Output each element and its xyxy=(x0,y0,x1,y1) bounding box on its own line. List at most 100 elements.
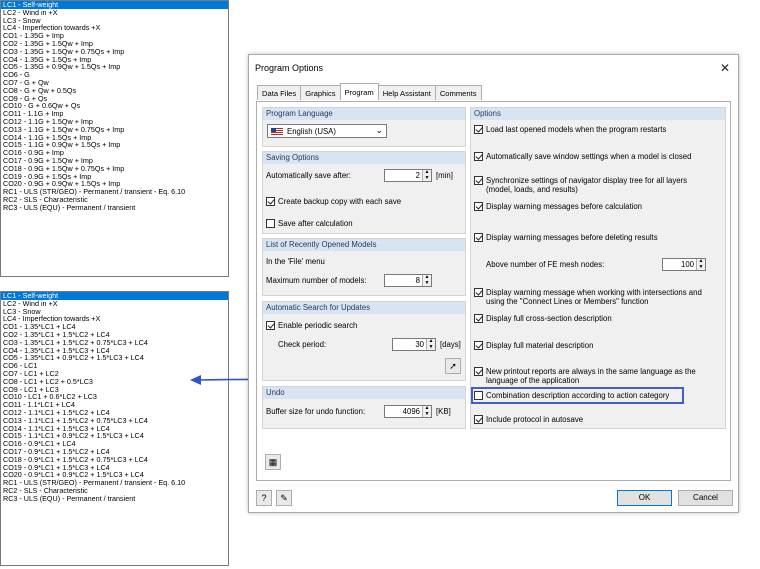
list-item[interactable]: CO3 - 1.35G + 1.5Qw + 0.75Qs + Imp xyxy=(1,48,228,56)
list-item[interactable]: CO15 - 1.1*LC1 + 0.9*LC2 + 1.5*LC3 + LC4 xyxy=(1,432,228,440)
enable-search-checkbox[interactable] xyxy=(266,321,275,330)
option-checkbox-0[interactable] xyxy=(474,125,483,134)
list-item[interactable]: RC2 - SLS - Characteristic xyxy=(1,487,228,495)
list-item[interactable]: CO13 - 1.1G + 1.5Qw + 0.75Qs + Imp xyxy=(1,126,228,134)
list-item[interactable]: CO17 - 0.9*LC1 + 1.5*LC2 + LC4 xyxy=(1,448,228,456)
tab-comments[interactable]: Comments xyxy=(434,85,482,100)
option-checkbox-6[interactable] xyxy=(474,314,483,323)
option-checkbox-2[interactable] xyxy=(474,176,483,185)
auto-save-value: 2 xyxy=(415,171,420,180)
list-item[interactable]: CO20 - 0.9*LC1 + 0.9*LC2 + 1.5*LC3 + LC4 xyxy=(1,471,228,479)
auto-save-stepper[interactable]: 2 ▲ ▼ xyxy=(384,169,432,182)
list-item[interactable]: LC1 - Self-weight xyxy=(1,1,228,9)
language-dropdown[interactable]: English (USA) ⌄ xyxy=(267,124,387,138)
list-item[interactable]: CO1 - 1.35*LC1 + LC4 xyxy=(1,323,228,331)
option-checkbox-10[interactable] xyxy=(474,415,483,424)
option-checkbox-1[interactable] xyxy=(474,152,483,161)
spin-arrows-icon[interactable]: ▲ ▼ xyxy=(696,258,705,270)
list-item[interactable]: CO5 - 1.35*LC1 + 0.9*LC2 + 1.5*LC3 + LC4 xyxy=(1,354,228,362)
list-item[interactable]: CO18 - 0.9G + 1.5Qw + 0.75Qs + Imp xyxy=(1,165,228,173)
list-item[interactable]: CO2 - 1.35G + 1.5Qw + Imp xyxy=(1,40,228,48)
list-item[interactable]: CO11 - 1.1G + Imp xyxy=(1,110,228,118)
list-item[interactable]: CO8 - G + Qw + 0.5Qs xyxy=(1,87,228,95)
list-item[interactable]: CO15 - 1.1G + 0.9Qw + 1.5Qs + Imp xyxy=(1,141,228,149)
list-item[interactable]: CO9 - LC1 + LC3 xyxy=(1,386,228,394)
list-item[interactable]: CO10 - LC1 + 0.6*LC2 + LC3 xyxy=(1,393,228,401)
list-item[interactable]: CO6 - LC1 xyxy=(1,362,228,370)
list-item[interactable]: CO14 - 1.1*LC1 + 1.5*LC3 + LC4 xyxy=(1,425,228,433)
tab-graphics[interactable]: Graphics xyxy=(300,85,341,100)
option-checkbox-8[interactable] xyxy=(474,367,483,376)
spin-arrows-icon[interactable]: ▲ ▼ xyxy=(422,169,431,181)
load-case-list-top[interactable]: LC1 - Self-weight LC2 - Wind in +X LC3 - S… xyxy=(0,0,229,277)
list-item[interactable]: RC1 - ULS (STR/GEO) - Permanent / transi… xyxy=(1,188,228,196)
undo-buffer-stepper[interactable]: 4096 ▲ ▼ xyxy=(384,405,432,418)
check-period-stepper[interactable]: 30 ▲ ▼ xyxy=(392,338,436,351)
option-checkbox-7[interactable] xyxy=(474,341,483,350)
option-checkbox-9[interactable] xyxy=(474,391,483,400)
list-item[interactable]: CO7 - LC1 + LC2 xyxy=(1,370,228,378)
list-item[interactable]: CO3 - 1.35*LC1 + 1.5*LC2 + 0.75*LC3 + LC… xyxy=(1,339,228,347)
list-item[interactable]: RC1 - ULS (STR/GEO) - Permanent / transi… xyxy=(1,479,228,487)
list-item[interactable]: CO19 - 0.9*LC1 + 1.5*LC3 + LC4 xyxy=(1,464,228,472)
list-item[interactable]: CO4 - 1.35G + 1.5Qs + Imp xyxy=(1,56,228,64)
cancel-button[interactable]: Cancel xyxy=(678,490,733,506)
option-label-6: Display full cross-section description xyxy=(486,314,612,323)
ok-button[interactable]: OK xyxy=(617,490,672,506)
list-item[interactable]: CO18 - 0.9*LC1 + 1.5*LC2 + 0.75*LC3 + LC… xyxy=(1,456,228,464)
list-item[interactable]: CO5 - 1.35G + 0.9Qw + 1.5Qs + Imp xyxy=(1,63,228,71)
list-item[interactable]: CO8 - LC1 + LC2 + 0.5*LC3 xyxy=(1,378,228,386)
list-item[interactable]: CO10 - G + 0.6Qw + Qs xyxy=(1,102,228,110)
list-item[interactable]: LC1 - Self-weight xyxy=(1,292,228,300)
option-checkbox-5[interactable] xyxy=(474,288,483,297)
recent-header: List of Recently Opened Models xyxy=(263,239,465,251)
list-item[interactable]: CO16 - 0.9*LC1 + LC4 xyxy=(1,440,228,448)
backup-checkbox[interactable] xyxy=(266,197,275,206)
list-item[interactable]: LC2 - Wind in +X xyxy=(1,300,228,308)
options-group: Options Load last opened models when the… xyxy=(470,107,726,429)
saving-group: Saving Options Automatically save after:… xyxy=(262,151,466,234)
check-now-button[interactable]: ➚ xyxy=(445,358,461,374)
list-item[interactable]: CO12 - 1.1*LC1 + 1.5*LC2 + LC4 xyxy=(1,409,228,417)
list-item[interactable]: LC4 - Imperfection towards +X xyxy=(1,315,228,323)
list-item[interactable]: CO17 - 0.9G + 1.5Qw + Imp xyxy=(1,157,228,165)
tab-help-assistant[interactable]: Help Assistant xyxy=(377,85,436,100)
list-item[interactable]: CO6 - G xyxy=(1,71,228,79)
max-models-stepper[interactable]: 8 ▲ ▼ xyxy=(384,274,432,287)
list-item[interactable]: CO12 - 1.1G + 1.5Qw + Imp xyxy=(1,118,228,126)
option-checkbox-3[interactable] xyxy=(474,202,483,211)
close-icon[interactable]: ✕ xyxy=(720,55,730,81)
tab-data-files[interactable]: Data Files xyxy=(257,85,302,100)
list-item[interactable]: CO20 - 0.9G + 0.9Qw + 1.5Qs + Imp xyxy=(1,180,228,188)
undo-buffer-label: Buffer size for undo function: xyxy=(266,407,366,416)
list-item[interactable]: LC3 - Snow xyxy=(1,17,228,25)
defaults-button[interactable]: ▦ xyxy=(265,454,281,470)
edit-button[interactable]: ✎ xyxy=(276,490,292,506)
list-item[interactable]: LC4 - Imperfection towards +X xyxy=(1,24,228,32)
help-button[interactable]: ? xyxy=(256,490,272,506)
list-item[interactable]: CO7 - G + Qw xyxy=(1,79,228,87)
list-item[interactable]: CO19 - 0.9G + 1.5Qs + Imp xyxy=(1,173,228,181)
check-period-value: 30 xyxy=(415,340,424,349)
option-checkbox-4[interactable] xyxy=(474,233,483,242)
load-case-list-bottom[interactable]: LC1 - Self-weight LC2 - Wind in +X LC3 - S… xyxy=(0,291,229,566)
list-item[interactable]: LC2 - Wind in +X xyxy=(1,9,228,17)
list-item[interactable]: CO13 - 1.1*LC1 + 1.5*LC2 + 0.75*LC3 + LC… xyxy=(1,417,228,425)
list-item[interactable]: RC3 - ULS (EQU) - Permanent / transient xyxy=(1,204,228,212)
spin-arrows-icon[interactable]: ▲ ▼ xyxy=(422,405,431,417)
list-item[interactable]: CO16 - 0.9G + Imp xyxy=(1,149,228,157)
list-item[interactable]: CO11 - 1.1*LC1 + LC4 xyxy=(1,401,228,409)
list-item[interactable]: CO14 - 1.1G + 1.5Qs + Imp xyxy=(1,134,228,142)
spin-arrows-icon[interactable]: ▲ ▼ xyxy=(422,274,431,286)
list-item[interactable]: RC3 - ULS (EQU) - Permanent / transient xyxy=(1,495,228,503)
spin-arrows-icon[interactable]: ▲ ▼ xyxy=(426,338,435,350)
list-item[interactable]: CO2 - 1.35*LC1 + 1.5*LC2 + LC4 xyxy=(1,331,228,339)
fe-nodes-stepper[interactable]: 100 ▲ ▼ xyxy=(662,258,706,271)
list-item[interactable]: CO1 - 1.35G + Imp xyxy=(1,32,228,40)
tab-program[interactable]: Program xyxy=(339,83,379,100)
save-after-calc-checkbox[interactable] xyxy=(266,219,275,228)
list-item[interactable]: LC3 - Snow xyxy=(1,308,228,316)
list-item[interactable]: CO9 - G + Qs xyxy=(1,95,228,103)
list-item[interactable]: RC2 - SLS - Characteristic xyxy=(1,196,228,204)
list-item[interactable]: CO4 - 1.35*LC1 + 1.5*LC3 + LC4 xyxy=(1,347,228,355)
